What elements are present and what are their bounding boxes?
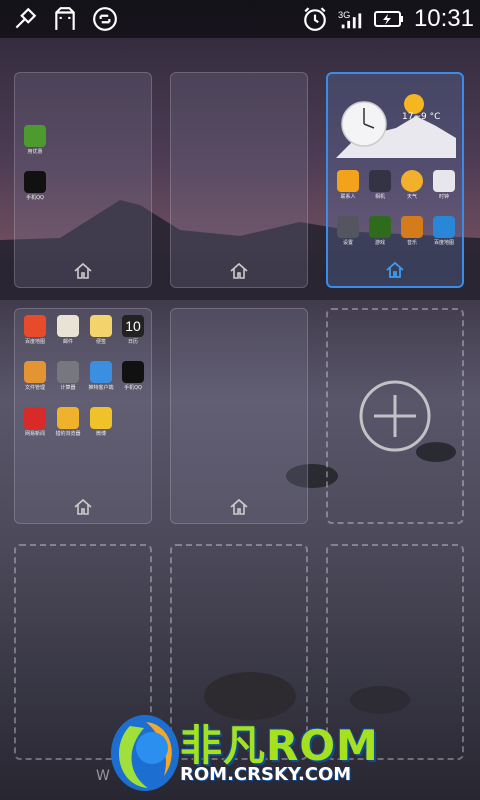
sync-icon: [93, 7, 117, 31]
app-icon[interactable]: 邮件: [56, 315, 80, 346]
weather-temperature: 17~9 °C: [402, 112, 441, 122]
clock-time: 10:31: [413, 5, 474, 32]
plus-icon: [359, 380, 431, 452]
browser-icon: [57, 407, 79, 429]
set-home-icon[interactable]: [73, 497, 93, 517]
qq-icon: [24, 171, 46, 193]
calendar-icon: 10: [122, 315, 144, 337]
rom-logo-icon: [111, 715, 179, 791]
app-label: 猎豹浏览器: [55, 431, 81, 437]
app-label: 联系人: [340, 194, 356, 200]
screen-card-1[interactable]: 用优惠 手机QQ: [14, 72, 152, 288]
app-icon[interactable]: 推特客户端: [88, 361, 114, 392]
app-icon[interactable]: 百度地图: [23, 315, 47, 346]
camera-icon: [369, 170, 391, 192]
signal-icon: 3G: [338, 10, 362, 29]
app-icon[interactable]: 手机QQ: [23, 171, 47, 202]
app-icon[interactable]: 百度地图: [432, 216, 456, 247]
app-label: 网易新闻: [24, 431, 45, 437]
news-icon: [24, 407, 46, 429]
weibo-icon: [90, 407, 112, 429]
contacts-icon: [337, 170, 359, 192]
screen-card-5[interactable]: [170, 308, 308, 524]
file-manager-icon: [24, 361, 46, 383]
app-label: 百度地图: [24, 339, 45, 345]
app-label: 用优惠: [27, 149, 43, 155]
clock-weather-widget[interactable]: [336, 86, 456, 158]
status-bar: 3G 10:31: [0, 0, 480, 38]
notification-icon: [55, 7, 75, 30]
maps-icon: [433, 216, 455, 238]
app-label: 便签: [95, 339, 106, 345]
app-icon[interactable]: 计算器: [56, 361, 80, 392]
app-label: 设置: [342, 240, 353, 246]
maps-icon: [24, 315, 46, 337]
app-icon[interactable]: 10 日历: [121, 315, 145, 346]
app-icon[interactable]: 音乐: [400, 216, 424, 247]
app-label: 天气: [406, 194, 417, 200]
set-home-icon[interactable]: [229, 261, 249, 281]
app-icon[interactable]: 猎豹浏览器: [55, 407, 81, 438]
app-label: 手机QQ: [124, 385, 142, 391]
twitter-icon: [90, 361, 112, 383]
settings-icon: [337, 216, 359, 238]
set-home-icon-active[interactable]: [385, 260, 405, 280]
app-icon-image: [24, 125, 46, 147]
app-icon[interactable]: 微博: [89, 407, 113, 438]
app-icon[interactable]: 相机: [368, 170, 392, 201]
game-icon: [369, 216, 391, 238]
app-icon[interactable]: 手机QQ: [121, 361, 145, 392]
app-label: 微博: [95, 431, 106, 437]
app-label: 音乐: [406, 240, 417, 246]
watermark-small-text: W: [96, 768, 110, 784]
add-screen-card[interactable]: [326, 308, 464, 524]
qq-icon: [122, 361, 144, 383]
clock-icon: [433, 170, 455, 192]
app-label: 手机QQ: [26, 195, 44, 201]
app-label: 百度地图: [433, 240, 454, 246]
screen-card-3-home[interactable]: 17~9 °C 联系人 相机 天气 时钟 设置 游戏 音乐 百度地图: [326, 72, 464, 288]
alarm-icon: [304, 7, 326, 31]
app-label: 文件管理: [24, 385, 45, 391]
app-icon[interactable]: 时钟: [432, 170, 456, 201]
screen-card-2[interactable]: [170, 72, 308, 288]
app-icon[interactable]: 游戏: [368, 216, 392, 247]
app-label: 日历: [127, 339, 138, 345]
set-home-icon[interactable]: [73, 261, 93, 281]
app-icon[interactable]: 联系人: [336, 170, 360, 201]
calculator-icon: [57, 361, 79, 383]
battery-charging-icon: [373, 11, 403, 27]
app-icon[interactable]: 设置: [336, 216, 360, 247]
notes-icon: [90, 315, 112, 337]
app-icon[interactable]: 天气: [400, 170, 424, 201]
app-icon[interactable]: 网易新闻: [23, 407, 47, 438]
app-icon[interactable]: 用优惠: [23, 125, 47, 156]
usb-debug-icon: [15, 7, 37, 29]
app-label: 相机: [374, 194, 385, 200]
set-home-icon[interactable]: [229, 497, 249, 517]
app-label: 游戏: [374, 240, 385, 246]
app-icon[interactable]: 便签: [89, 315, 113, 346]
network-type-label: 3G: [338, 10, 350, 20]
app-label: 时钟: [438, 194, 449, 200]
app-icon[interactable]: 文件管理: [23, 361, 47, 392]
mail-icon: [57, 315, 79, 337]
watermark-logo: 非凡ROM ROM.CRSKY.COM: [100, 706, 390, 796]
app-label: 推特客户端: [88, 385, 114, 391]
screen-card-4[interactable]: 百度地图 邮件 便签 10 日历 文件管理 计算器 推特客户端 手机QQ 网易新闻…: [14, 308, 152, 524]
watermark-subtitle: ROM.CRSKY.COM: [180, 764, 352, 785]
music-icon: [401, 216, 423, 238]
weather-icon: [401, 170, 423, 192]
app-label: 计算器: [60, 385, 76, 391]
app-label: 邮件: [62, 339, 73, 345]
